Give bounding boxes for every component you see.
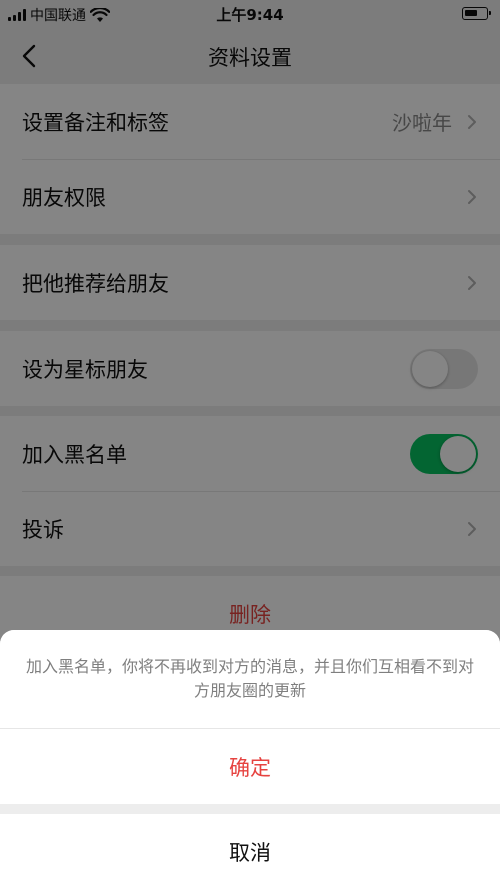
action-sheet-message: 加入黑名单，你将不再收到对方的消息，并且你们互相看不到对方朋友圈的更新: [0, 630, 500, 729]
action-sheet-divider: [0, 804, 500, 814]
confirm-button[interactable]: 确定: [0, 729, 500, 804]
action-sheet: 加入黑名单，你将不再收到对方的消息，并且你们互相看不到对方朋友圈的更新 确定 取…: [0, 630, 500, 889]
cancel-button[interactable]: 取消: [0, 814, 500, 889]
